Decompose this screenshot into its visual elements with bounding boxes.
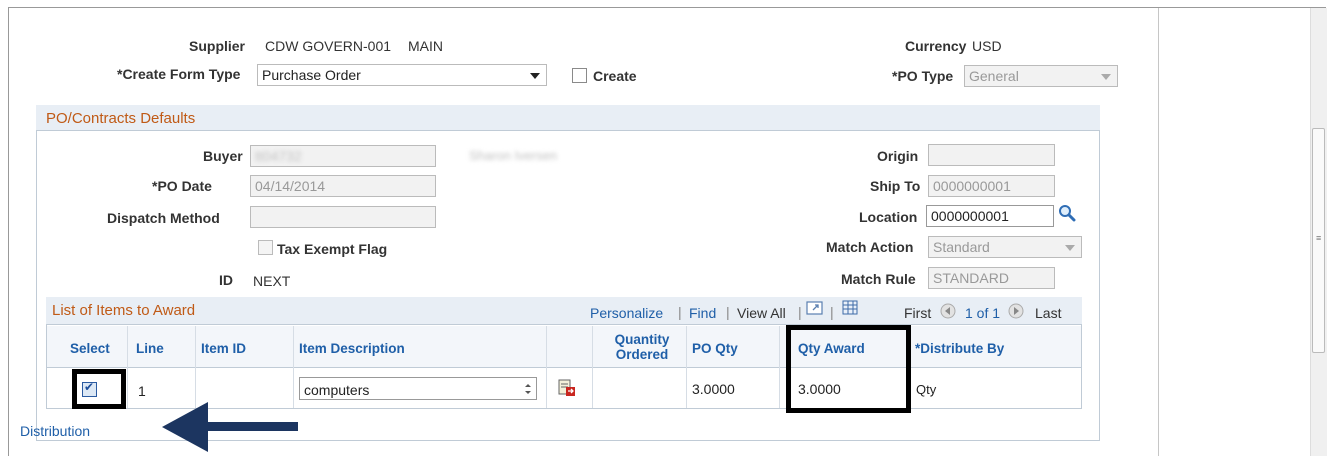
separator: |: [830, 304, 834, 320]
col-po-qty[interactable]: PO Qty: [692, 341, 738, 356]
po-date-field: 04/14/2014: [250, 175, 436, 197]
column-divider: [779, 326, 780, 408]
buyer-label: Buyer: [203, 148, 243, 164]
personalize-link[interactable]: Personalize: [590, 305, 663, 321]
column-divider: [195, 326, 196, 408]
supplier-label: Supplier: [189, 38, 246, 54]
download-grid-icon[interactable]: [842, 300, 858, 315]
ship-to-label: Ship To: [870, 178, 921, 194]
col-distribute-by[interactable]: *Distribute By: [915, 341, 1004, 356]
item-description-input[interactable]: computers: [299, 377, 537, 400]
ship-to-field: 0000000001: [928, 175, 1055, 197]
separator: |: [798, 304, 802, 320]
find-link[interactable]: Find: [689, 305, 716, 321]
col-item-description[interactable]: Item Description: [299, 341, 405, 356]
zoom-icon[interactable]: [806, 300, 824, 316]
comments-icon[interactable]: [558, 379, 576, 397]
match-action-label: Match Action: [826, 239, 914, 255]
match-rule-label: Match Rule: [841, 271, 916, 287]
column-divider: [546, 326, 547, 408]
grip-icon: ≡: [1316, 233, 1322, 243]
id-label: ID: [219, 272, 233, 288]
create-form-type-select[interactable]: Purchase Order: [257, 64, 547, 86]
id-value: NEXT: [253, 273, 291, 289]
origin-field: [928, 144, 1055, 166]
grid-title: List of Items to Award: [52, 302, 196, 319]
col-quantity-ordered[interactable]: Quantity Ordered: [604, 332, 680, 362]
ship-to-value: 0000000001: [933, 178, 1011, 194]
next-page-icon[interactable]: [1008, 303, 1024, 319]
content-divider: [1158, 8, 1159, 456]
row-po-qty: 3.0000: [692, 381, 735, 397]
supplier-location: MAIN: [408, 38, 443, 54]
first-label: First: [904, 305, 932, 321]
currency-value: USD: [972, 38, 1002, 54]
dispatch-method-label: Dispatch Method: [107, 210, 220, 226]
po-type-label: *PO Type: [892, 68, 954, 84]
create-form-type-label: *Create Form Type: [117, 66, 241, 82]
create-checkbox[interactable]: [572, 68, 587, 83]
column-divider: [686, 326, 687, 408]
currency-label: Currency: [905, 38, 967, 54]
chevron-down-icon: [1065, 245, 1075, 251]
column-divider: [127, 326, 128, 408]
supplier-value: CDW GOVERN-001: [265, 38, 392, 54]
col-select[interactable]: Select: [70, 341, 110, 356]
view-all-link[interactable]: View All: [737, 305, 786, 321]
highlight-qty-award-box: [786, 325, 911, 413]
create-label: Create: [593, 68, 637, 84]
section-header: [36, 105, 1100, 131]
arrow-shaft: [206, 422, 298, 431]
po-type-value: General: [969, 68, 1019, 84]
tax-exempt-label: Tax Exempt Flag: [277, 241, 388, 257]
location-input[interactable]: 0000000001: [926, 205, 1054, 227]
po-date-value: 04/14/2014: [255, 178, 326, 194]
item-description-value: computers: [304, 382, 370, 398]
separator: |: [678, 304, 682, 320]
vertical-scrollbar[interactable]: ≡: [1310, 8, 1327, 456]
match-action-select: Standard: [928, 236, 1082, 258]
column-divider: [293, 326, 294, 408]
scrollbar-thumb[interactable]: ≡: [1312, 128, 1325, 353]
prev-page-icon[interactable]: [940, 303, 956, 319]
page-info: 1 of 1: [965, 305, 1001, 321]
highlight-select-box: [72, 369, 126, 409]
po-date-label: *PO Date: [152, 178, 212, 194]
row-distribute-by[interactable]: Qty: [916, 382, 936, 397]
arrow-head: [162, 402, 208, 452]
chevron-down-icon: [530, 73, 540, 79]
buyer-value: tt04732: [255, 148, 302, 164]
distribution-link[interactable]: Distribution: [20, 423, 90, 439]
tax-exempt-checkbox: [258, 240, 273, 255]
location-label: Location: [859, 209, 918, 225]
location-value: 0000000001: [931, 208, 1009, 224]
dispatch-method-field: [250, 206, 436, 228]
column-divider: [592, 326, 593, 408]
separator: |: [726, 304, 730, 320]
create-form-type-value: Purchase Order: [262, 67, 361, 83]
po-type-select[interactable]: General: [964, 65, 1118, 87]
col-item-id[interactable]: Item ID: [201, 341, 246, 356]
search-icon[interactable]: [1058, 204, 1076, 222]
match-rule-value: STANDARD: [933, 270, 1009, 286]
match-action-value: Standard: [933, 239, 990, 255]
window-top: [0, 0, 1336, 7]
last-label: Last: [1035, 305, 1062, 321]
col-line[interactable]: Line: [136, 341, 164, 356]
section-title: PO/Contracts Defaults: [46, 110, 196, 127]
spinner-icon[interactable]: [523, 382, 533, 396]
origin-label: Origin: [877, 148, 919, 164]
chevron-down-icon: [1101, 74, 1111, 80]
buyer-field: tt04732: [250, 145, 436, 167]
match-rule-field: STANDARD: [928, 267, 1055, 289]
buyer-name: Sharon Iversen: [469, 148, 558, 163]
row-line: 1: [138, 383, 146, 399]
